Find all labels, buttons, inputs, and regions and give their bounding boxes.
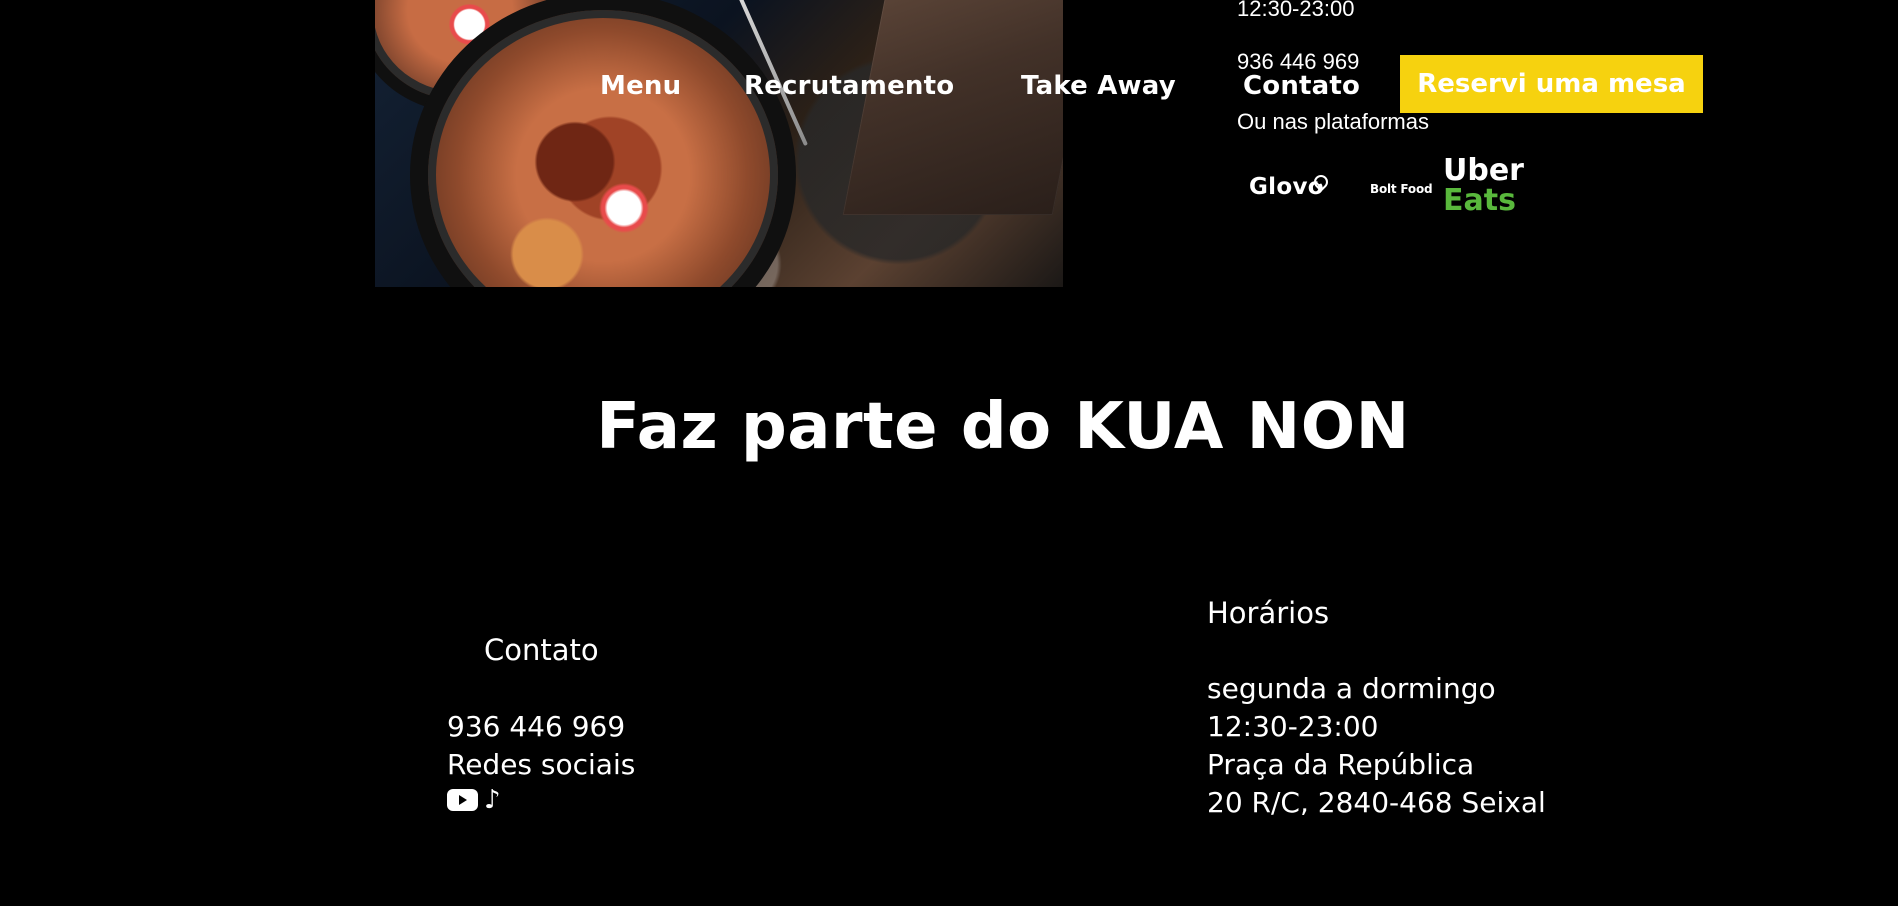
- uber-logo[interactable]: Uber: [1443, 156, 1524, 186]
- footer-time: 12:30-23:00: [1207, 710, 1379, 743]
- footer-days: segunda a dormingo: [1207, 672, 1496, 705]
- nav-item-recrutamento[interactable]: Recrutamento: [744, 66, 954, 106]
- reserve-table-button[interactable]: Reservi uma mesa: [1400, 55, 1703, 113]
- header-hours: 12:30-23:00: [1237, 0, 1355, 21]
- takeaway-box: [842, 0, 1063, 215]
- footer-address-line-1: Praça da República: [1207, 748, 1475, 781]
- nav-item-contato[interactable]: Contato: [1243, 66, 1360, 106]
- footer-phone: 936 446 969: [447, 710, 626, 743]
- ramen-bowl-main: [410, 0, 796, 287]
- footer-hours-title: Horários: [1207, 596, 1330, 630]
- social-icons: ♪: [447, 785, 506, 815]
- footer-address-line-2: 20 R/C, 2840-468 Seixal: [1207, 786, 1546, 819]
- footer-contact-title: Contato: [484, 633, 599, 667]
- page-headline: Faz parte do KUA NON: [596, 390, 1410, 464]
- eats-logo[interactable]: Eats: [1443, 186, 1516, 216]
- footer-social-label: Redes sociais: [447, 748, 636, 781]
- tiktok-icon[interactable]: ♪: [484, 787, 506, 813]
- glovo-logo[interactable]: Glovo: [1249, 174, 1324, 200]
- nav-item-take-away[interactable]: Take Away: [1021, 66, 1176, 106]
- youtube-icon[interactable]: [447, 789, 478, 811]
- bolt-food-logo[interactable]: Bolt Food: [1370, 182, 1433, 196]
- nav-item-menu[interactable]: Menu: [600, 66, 681, 106]
- hero-food-image: [375, 0, 1063, 287]
